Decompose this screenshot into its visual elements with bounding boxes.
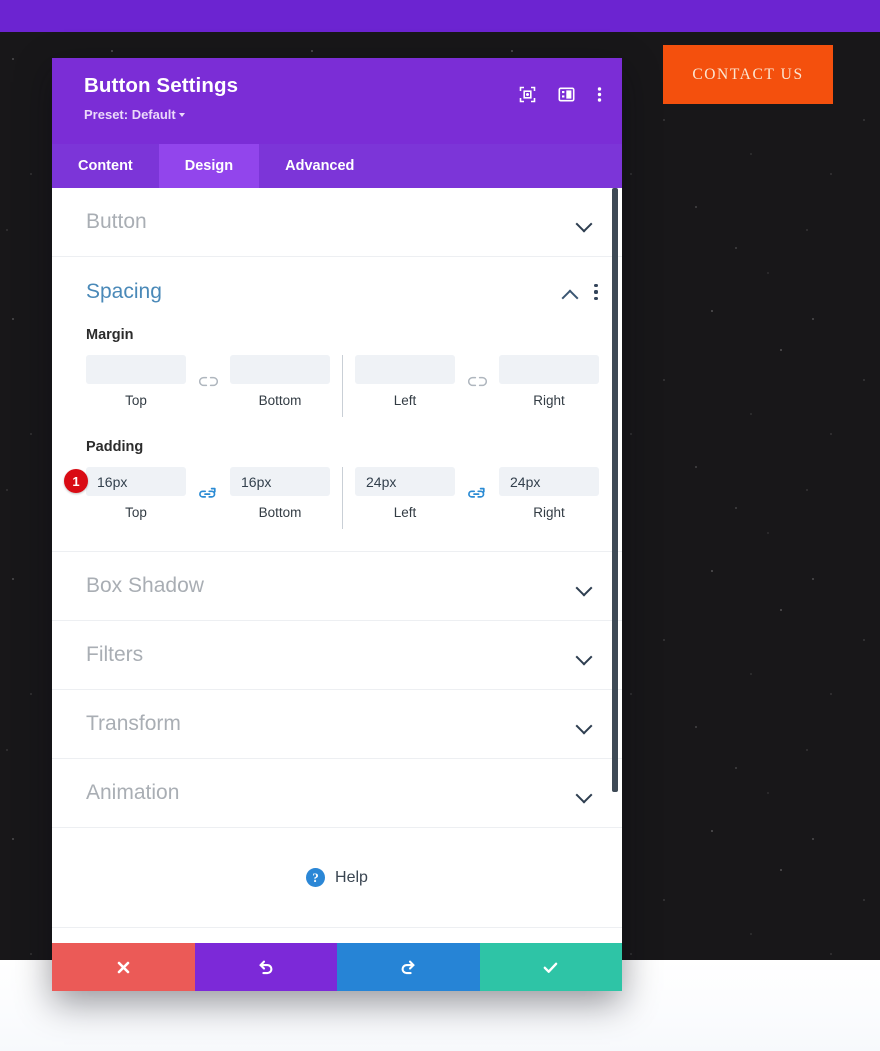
margin-left-cell: Left: [355, 355, 455, 408]
modal-footer: [52, 943, 622, 991]
margin-right-input[interactable]: [499, 355, 599, 384]
section-spacing: Spacing Margin Top Bottom Left Right Pad…: [52, 257, 622, 552]
padding-divider: [342, 467, 343, 529]
padding-horizontal-link-icon[interactable]: [455, 479, 499, 508]
focus-target-icon[interactable]: [519, 86, 536, 103]
padding-left-input[interactable]: 24px: [355, 467, 455, 496]
margin-right-label: Right: [533, 393, 565, 408]
padding-top-label: Top: [125, 505, 147, 520]
margin-horizontal-pair: Left Right: [355, 355, 599, 408]
discard-button[interactable]: [52, 943, 195, 991]
help-icon: ?: [306, 868, 326, 887]
margin-bottom-label: Bottom: [258, 393, 302, 408]
kebab-menu-icon[interactable]: [597, 86, 602, 103]
padding-bottom-input[interactable]: 16px: [230, 467, 330, 496]
section-box-shadow-label: Box Shadow: [86, 574, 204, 597]
padding-top-cell: 1 16px Top: [64, 467, 186, 520]
page-root: CONTACT US Button Settings Preset: Defau…: [0, 0, 880, 1051]
padding-field-group: Padding 1 16px Top 16px Bottom 24px Left…: [52, 439, 622, 551]
section-spacing-controls: [563, 284, 598, 300]
layout-panel-icon[interactable]: [558, 86, 575, 103]
help-label: Help: [335, 868, 368, 886]
padding-left-label: Left: [393, 505, 417, 520]
modal-header: Button Settings Preset: Default: [52, 58, 622, 144]
padding-top-input[interactable]: 16px: [86, 467, 186, 496]
button-settings-modal: Button Settings Preset: Default Content …: [52, 58, 622, 991]
section-spacing-label: Spacing: [86, 280, 162, 303]
modal-scrollbar[interactable]: [612, 188, 618, 792]
margin-right-cell: Right: [499, 355, 599, 408]
redo-button[interactable]: [337, 943, 480, 991]
margin-vertical-pair: Top Bottom: [86, 355, 330, 408]
margin-inputs-row: Top Bottom Left Right: [86, 355, 599, 417]
section-filters[interactable]: Filters: [52, 621, 622, 690]
section-animation-label: Animation: [86, 781, 180, 804]
section-animation[interactable]: Animation: [52, 759, 622, 828]
padding-horizontal-pair: 24px Left 24px Right: [355, 467, 599, 520]
margin-horizontal-unlink-icon[interactable]: [455, 367, 499, 396]
save-button[interactable]: [479, 943, 622, 991]
padding-left-cell: 24px Left: [355, 467, 455, 520]
chevron-down-icon: [577, 720, 592, 729]
preset-label: Preset: Default: [84, 107, 176, 122]
section-button-label: Button: [86, 210, 147, 233]
chevron-down-icon: [577, 651, 592, 660]
padding-inputs-row: 1 16px Top 16px Bottom 24px Left 24px Ri…: [64, 467, 599, 529]
tab-design[interactable]: Design: [158, 144, 260, 188]
margin-vertical-unlink-icon[interactable]: [186, 367, 230, 396]
padding-right-label: Right: [533, 505, 565, 520]
preset-selector[interactable]: Preset: Default: [84, 107, 185, 122]
margin-top-label: Top: [125, 393, 147, 408]
spacing-options-icon[interactable]: [594, 284, 598, 300]
margin-left-input[interactable]: [355, 355, 455, 384]
section-button[interactable]: Button: [52, 188, 622, 257]
padding-right-input[interactable]: 24px: [499, 467, 599, 496]
section-filters-label: Filters: [86, 643, 144, 666]
padding-right-cell: 24px Right: [499, 467, 599, 520]
header-icon-group: [519, 86, 602, 103]
section-transform-label: Transform: [86, 712, 181, 735]
help-link[interactable]: ? Help: [52, 828, 622, 928]
tab-content[interactable]: Content: [52, 144, 159, 188]
margin-bottom-input[interactable]: [230, 355, 330, 384]
chevron-down-icon: [577, 582, 592, 591]
section-transform[interactable]: Transform: [52, 690, 622, 759]
margin-bottom-cell: Bottom: [230, 355, 330, 408]
padding-bottom-cell: 16px Bottom: [230, 467, 330, 520]
modal-tabs: Content Design Advanced: [52, 144, 622, 188]
chevron-up-icon[interactable]: [563, 288, 578, 297]
tab-advanced[interactable]: Advanced: [259, 144, 380, 188]
modified-count-badge: 1: [64, 469, 88, 493]
section-box-shadow[interactable]: Box Shadow: [52, 552, 622, 621]
margin-field-group: Margin Top Bottom Left Right: [52, 327, 622, 439]
chevron-down-icon: [178, 112, 185, 117]
padding-vertical-link-icon[interactable]: [186, 479, 230, 508]
margin-top-input[interactable]: [86, 355, 186, 384]
undo-button[interactable]: [194, 943, 337, 991]
section-spacing-header[interactable]: Spacing: [52, 257, 622, 327]
margin-left-label: Left: [393, 393, 417, 408]
contact-us-button[interactable]: CONTACT US: [663, 45, 833, 104]
chevron-down-icon: [577, 789, 592, 798]
padding-bottom-label: Bottom: [258, 505, 302, 520]
padding-label: Padding: [86, 439, 144, 455]
padding-vertical-pair: 1 16px Top 16px Bottom: [64, 467, 330, 520]
chevron-down-icon: [577, 218, 592, 227]
margin-divider: [342, 355, 343, 417]
modal-body: Button Spacing Margin Top Bottom Left Ri…: [52, 188, 622, 943]
site-topbar: [0, 0, 880, 32]
margin-top-cell: Top: [86, 355, 186, 408]
margin-label: Margin: [86, 327, 134, 343]
